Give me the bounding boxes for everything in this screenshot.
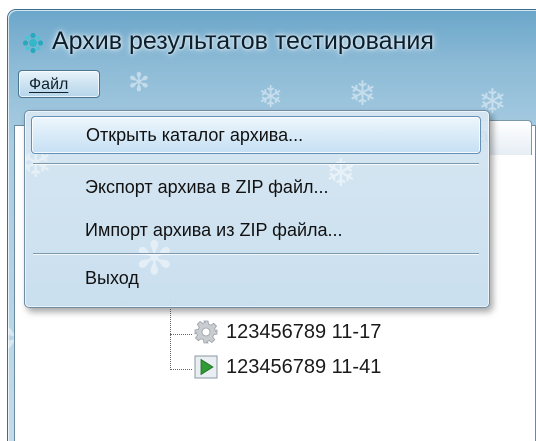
menu-item-label: Открыть каталог архива... <box>86 125 304 145</box>
tree-item-label: 123456789 11-17 <box>226 320 382 343</box>
menu-separator <box>33 163 479 164</box>
play-icon <box>194 355 218 379</box>
menu-file-label: Файл <box>29 76 69 93</box>
snowflake-decoration: ✻ <box>128 68 150 98</box>
snowflake-decoration: ❄ <box>348 74 377 114</box>
menu-file[interactable]: Файл <box>18 70 100 98</box>
menu-item-label: Выход <box>85 268 139 288</box>
tree-item[interactable]: 123456789 11-41 <box>194 355 381 379</box>
tree-connector <box>170 369 192 370</box>
app-icon <box>22 32 44 54</box>
title-bar[interactable]: Архив результатов тестирования <box>8 10 536 70</box>
file-menu-dropdown: ❄ ✻ ❄ Открыть каталог архива... Экспорт … <box>24 110 490 308</box>
menu-item-open-archive-folder[interactable]: Открыть каталог архива... <box>31 116 481 154</box>
menu-item-label: Импорт архива из ZIP файла... <box>85 220 343 240</box>
tree-item[interactable]: 123456789 11-17 <box>194 320 381 344</box>
menu-separator <box>33 253 479 254</box>
menu-item-label: Экспорт архива в ZIP файл... <box>85 177 329 197</box>
menu-item-import-zip[interactable]: Импорт архива из ZIP файла... <box>31 211 481 249</box>
tree-connector <box>170 334 192 335</box>
gear-icon <box>194 320 218 344</box>
screen: ❄ ❄ ❄ ✻ ❄ ✻ Архив результатов тестирован… <box>0 0 536 441</box>
tree-connector <box>170 300 171 370</box>
menu-item-exit[interactable]: Выход <box>31 259 481 297</box>
menu-item-export-zip[interactable]: Экспорт архива в ZIP файл... <box>31 168 481 206</box>
tree-item-label: 123456789 11-41 <box>226 355 382 378</box>
window-title: Архив результатов тестирования <box>52 27 434 55</box>
